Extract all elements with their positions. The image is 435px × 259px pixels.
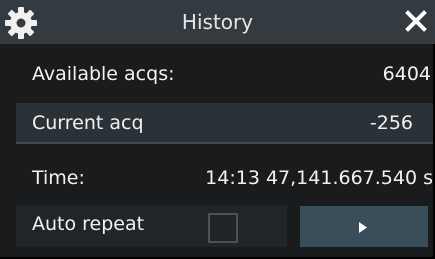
auto-repeat-toggle[interactable]: Auto repeat bbox=[16, 205, 287, 247]
dialog-title: History bbox=[181, 10, 254, 34]
current-acq-label: Current acq bbox=[32, 112, 144, 134]
time-row: Time: 14:13 47,141.667.540 s bbox=[16, 159, 433, 197]
auto-repeat-label: Auto repeat bbox=[32, 213, 145, 235]
auto-repeat-checkbox[interactable] bbox=[208, 213, 238, 243]
close-icon[interactable] bbox=[405, 10, 427, 32]
available-acqs-value: 6404 bbox=[382, 63, 431, 85]
current-acq-value[interactable]: -256 bbox=[370, 103, 413, 143]
current-acq-field[interactable]: Current acq -256 bbox=[16, 103, 433, 144]
play-button[interactable] bbox=[300, 206, 428, 247]
history-dialog: History Available acqs: 6404 Current acq… bbox=[0, 0, 435, 259]
title-bar: History bbox=[0, 0, 435, 44]
time-value: 14:13 47,141.667.540 s bbox=[205, 167, 433, 189]
time-label: Time: bbox=[32, 167, 85, 189]
play-icon bbox=[359, 222, 367, 233]
available-acqs-row: Available acqs: 6404 bbox=[16, 55, 434, 93]
available-acqs-label: Available acqs: bbox=[32, 63, 175, 85]
